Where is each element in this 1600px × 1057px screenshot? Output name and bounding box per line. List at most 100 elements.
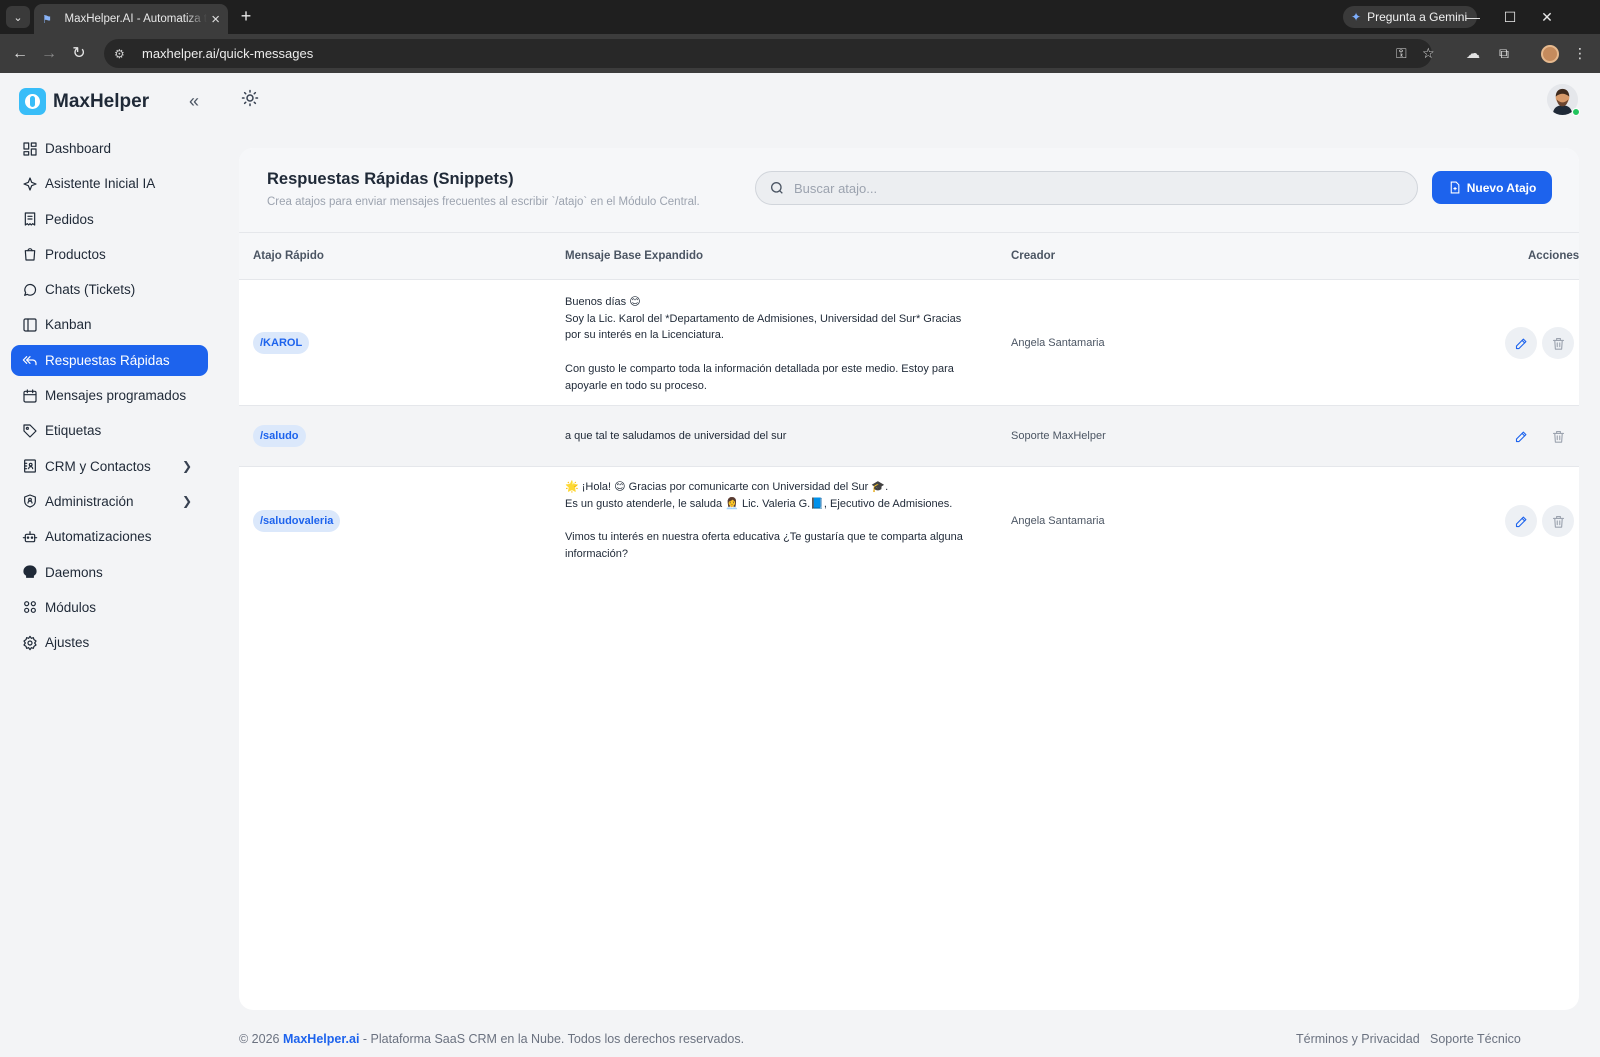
support-link[interactable]: Soporte Técnico [1430, 1032, 1521, 1046]
brand-name: MaxHelper [53, 90, 150, 112]
message-line: Con gusto le comparto toda la informació… [565, 362, 954, 392]
sidebar-item-modulos[interactable]: Módulos [11, 592, 208, 623]
search-input[interactable] [794, 180, 1394, 196]
new-shortcut-button[interactable]: Nuevo Atajo [1432, 171, 1552, 204]
gemini-label: Pregunta a Gemini [1367, 10, 1468, 24]
footer-brand-link[interactable]: MaxHelper.ai [283, 1032, 359, 1046]
snippets-card: Respuestas Rápidas (Snippets) Crea atajo… [239, 148, 1579, 1010]
sidebar-item-label: Ajustes [45, 635, 90, 651]
sidebar-item-productos[interactable]: Productos [11, 239, 208, 270]
sidebar-item-label: Dashboard [45, 141, 112, 156]
profile-avatar[interactable] [1541, 45, 1559, 63]
delete-button[interactable] [1542, 420, 1574, 452]
search-box[interactable] [755, 171, 1418, 205]
sidebar-item-label: CRM y Contactos [45, 458, 151, 474]
chevron-right-icon: ❯ [181, 458, 192, 473]
column-header-creator: Creador [1011, 250, 1056, 262]
edit-button[interactable] [1505, 505, 1537, 537]
sidebar-item-kanban[interactable]: Kanban [11, 309, 208, 340]
minimize-button[interactable]: — [1463, 8, 1483, 26]
brand[interactable]: MaxHelper [19, 88, 149, 115]
browser-tab[interactable]: ⚑ MaxHelper.AI - Automatiza tu a × [34, 4, 228, 34]
sidebar-item-label: Respuestas Rápidas [45, 352, 170, 368]
sidebar-item-daemons[interactable]: Daemons [11, 557, 208, 588]
flag-favicon-icon: ⚑ [42, 13, 52, 26]
close-tab-icon[interactable]: × [211, 12, 220, 27]
pencil-icon [1515, 338, 1526, 349]
gemini-icon: ✦ [1351, 10, 1362, 24]
sidebar-item-label: Chats (Tickets) [45, 282, 136, 298]
whatsapp-icon [21, 281, 39, 299]
message-text: Buenos días 😊 Soy la Lic. Karol del *Dep… [565, 294, 975, 394]
pencil-icon [1515, 516, 1526, 527]
sidebar-nav: Dashboard Asistente Inicial IA Pedidos P… [11, 133, 208, 662]
table-row: /KAROL Buenos días 😊 Soy la Lic. Karol d… [239, 280, 1579, 406]
modules-icon [21, 598, 39, 616]
browser-toolbar: ← → ↻ ⚙ maxhelper.ai/quick-messages ⚿ ☆ … [0, 34, 1600, 73]
bookmark-star-icon[interactable]: ☆ [1422, 45, 1435, 62]
edit-button[interactable] [1505, 420, 1537, 452]
kanban-icon [21, 316, 39, 334]
password-key-icon[interactable]: ⚿ [1396, 45, 1407, 62]
card-header: Respuestas Rápidas (Snippets) Crea atajo… [239, 148, 1579, 233]
delete-button[interactable] [1542, 327, 1574, 359]
file-plus-icon [1450, 181, 1460, 194]
trash-icon [1552, 515, 1564, 528]
sidebar-item-mensajes-programados[interactable]: Mensajes programados [11, 380, 208, 411]
creator-name: Soporte MaxHelper [1011, 430, 1106, 442]
sidebar-item-respuestas-rapidas[interactable]: Respuestas Rápidas [11, 344, 208, 376]
sidebar-item-chats[interactable]: Chats (Tickets) [11, 274, 208, 305]
table-row: /saludovaleria 🌟 ¡Hola! 😊 Gracias por co… [239, 467, 1579, 579]
maximize-button[interactable]: ☐ [1500, 8, 1520, 26]
sidebar-item-administracion[interactable]: Administración ❯ [11, 486, 208, 517]
sun-icon[interactable] [241, 89, 259, 107]
sidebar: MaxHelper « Dashboard Asistente Inicial … [0, 73, 222, 1057]
close-window-button[interactable]: ✕ [1537, 8, 1557, 26]
sidebar-item-pedidos[interactable]: Pedidos [11, 204, 208, 235]
tag-icon [21, 422, 39, 440]
message-line [565, 512, 975, 529]
forward-icon[interactable]: → [39, 44, 59, 64]
sidebar-item-label: Mensajes programados [45, 388, 187, 404]
sidebar-item-etiquetas[interactable]: Etiquetas [11, 415, 208, 446]
table-header: Atajo Rápido Mensaje Base Expandido Crea… [239, 233, 1579, 280]
message-line: a que tal te saludamos de universidad de… [565, 430, 787, 442]
new-tab-button[interactable]: + [236, 6, 256, 26]
message-line: Buenos días 😊 [565, 296, 641, 308]
delete-button[interactable] [1542, 505, 1574, 537]
receipt-icon [21, 210, 39, 228]
edit-button[interactable] [1505, 327, 1537, 359]
sidebar-item-ajustes[interactable]: Ajustes [11, 627, 208, 658]
creator-name: Angela Santamaria [1011, 337, 1105, 349]
online-status-badge [1572, 108, 1580, 116]
url-text: maxhelper.ai/quick-messages [142, 46, 314, 61]
site-info-icon[interactable]: ⚙ [114, 47, 132, 61]
sidebar-item-crm[interactable]: CRM y Contactos ❯ [11, 451, 208, 482]
shield-user-icon [21, 492, 39, 510]
sidebar-item-label: Automatizaciones [45, 529, 152, 545]
copyright-year: © 2026 [239, 1032, 280, 1046]
collapse-sidebar-icon[interactable]: « [184, 91, 204, 112]
extensions-icon[interactable]: ⧉ [1495, 45, 1513, 62]
sidebar-item-label: Daemons [45, 564, 103, 580]
gemini-button[interactable]: ✦ Pregunta a Gemini [1343, 6, 1478, 28]
robot-icon [21, 528, 39, 546]
address-bar[interactable]: ⚙ maxhelper.ai/quick-messages ⚿ ☆ [104, 39, 1435, 68]
cloud-icon[interactable]: ☁ [1464, 45, 1482, 62]
sidebar-item-dashboard[interactable]: Dashboard [11, 133, 208, 164]
message-line: 🌟 ¡Hola! 😊 Gracias por comunicarte con U… [565, 481, 889, 493]
message-text: a que tal te saludamos de universidad de… [565, 428, 975, 445]
contacts-icon [21, 457, 39, 475]
more-menu-icon[interactable]: ⋮ [1571, 45, 1589, 62]
sidebar-item-label: Etiquetas [45, 423, 102, 439]
sidebar-item-automatizaciones[interactable]: Automatizaciones [11, 521, 208, 552]
tab-search-button[interactable]: ⌄ [6, 6, 30, 28]
reload-icon[interactable]: ↻ [69, 44, 89, 64]
back-icon[interactable]: ← [10, 44, 30, 64]
message-line: Vimos tu interés en nuestra oferta educa… [565, 531, 963, 560]
table-row: /saludo a que tal te saludamos de univer… [239, 406, 1579, 467]
shortcut-badge: /saludovaleria [253, 510, 341, 532]
terms-link[interactable]: Términos y Privacidad [1296, 1032, 1420, 1046]
sidebar-item-asistente[interactable]: Asistente Inicial IA [11, 168, 208, 199]
page-title: Respuestas Rápidas (Snippets) [267, 170, 514, 188]
